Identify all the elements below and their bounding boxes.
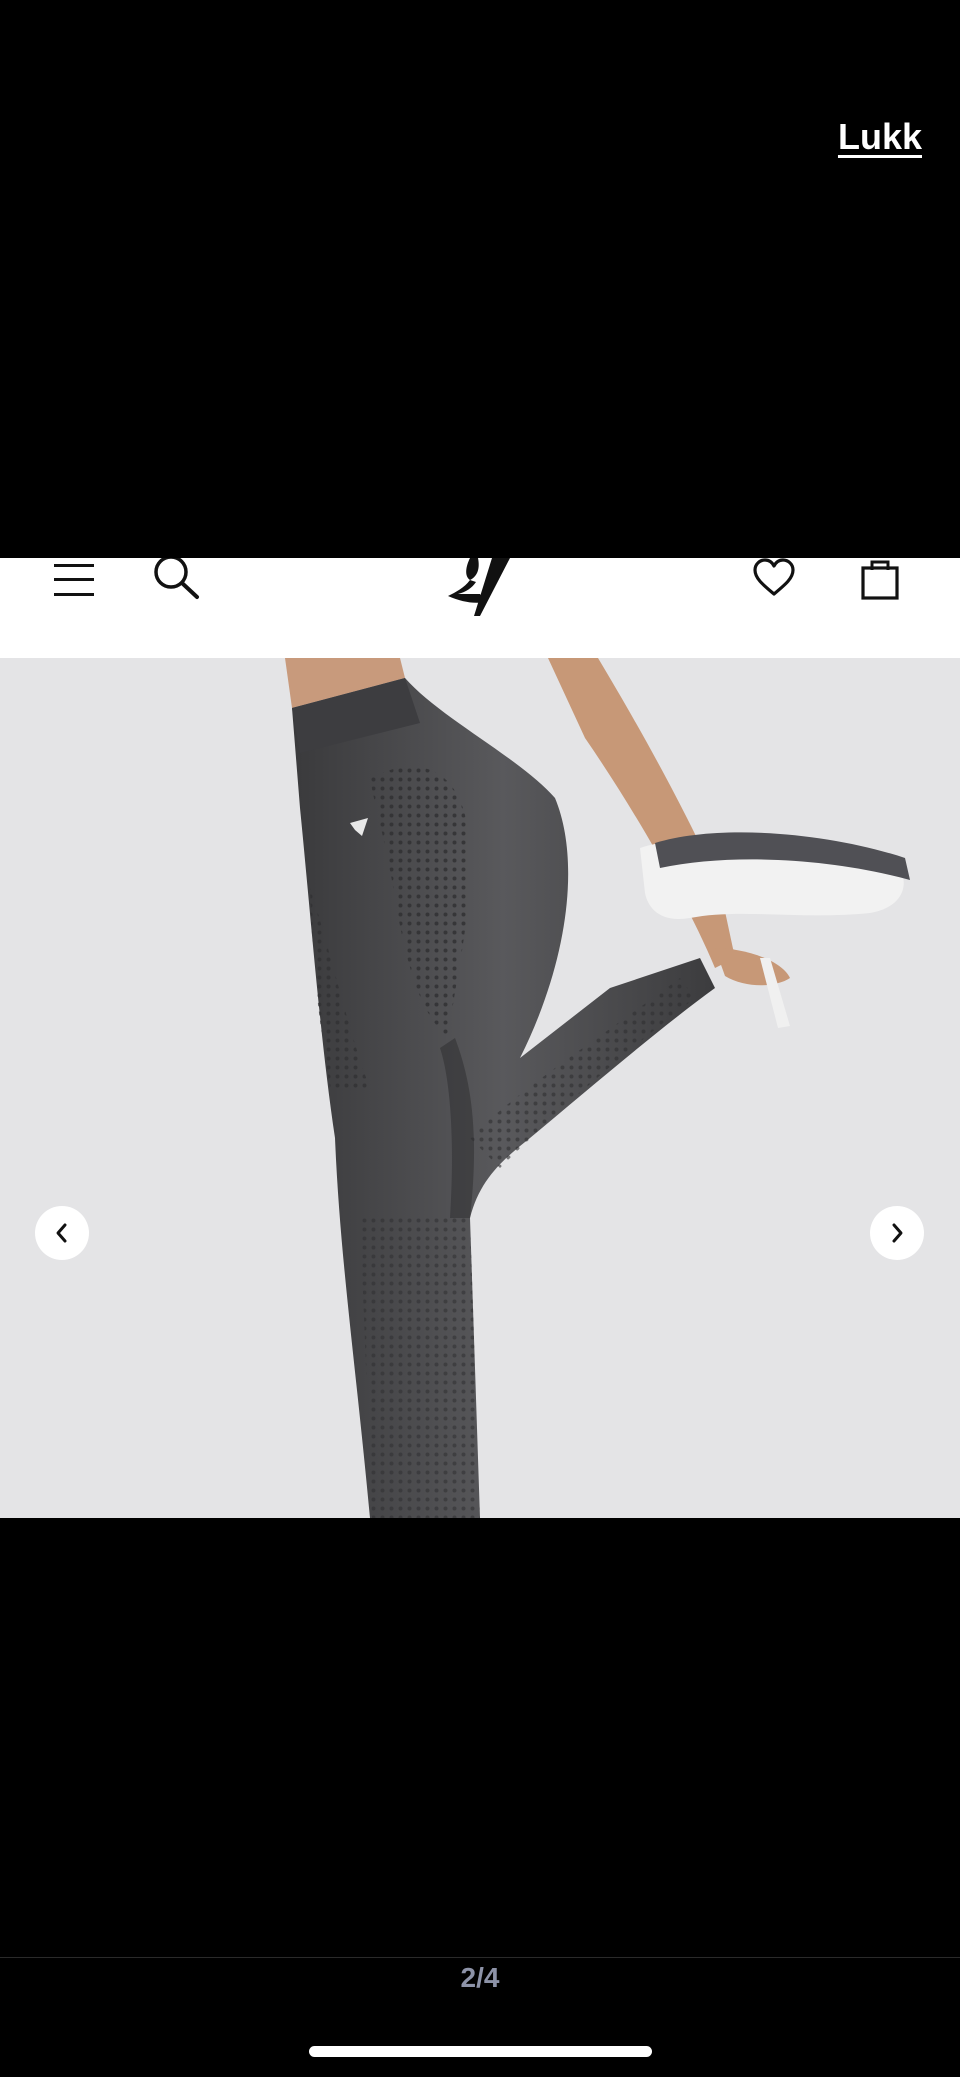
close-link[interactable]: Lukk <box>838 116 922 158</box>
menu-icon[interactable] <box>52 560 96 602</box>
product-image <box>0 658 960 1518</box>
product-photo <box>0 658 960 1518</box>
search-icon[interactable] <box>150 558 200 600</box>
bottom-divider <box>0 1957 960 1958</box>
heart-icon[interactable] <box>752 558 796 598</box>
chevron-left-icon <box>56 1223 67 1243</box>
logo-icon[interactable] <box>440 558 530 620</box>
next-image-button[interactable] <box>870 1206 924 1260</box>
image-counter: 2/4 <box>460 1962 500 1993</box>
chevron-right-icon <box>892 1223 903 1243</box>
bag-icon[interactable] <box>860 558 900 600</box>
image-viewer: Lukk 2/4 <box>0 0 960 2077</box>
page-screenshot <box>0 558 960 1518</box>
previous-image-button[interactable] <box>35 1206 89 1260</box>
home-indicator[interactable] <box>309 2046 652 2057</box>
site-header <box>0 558 960 658</box>
